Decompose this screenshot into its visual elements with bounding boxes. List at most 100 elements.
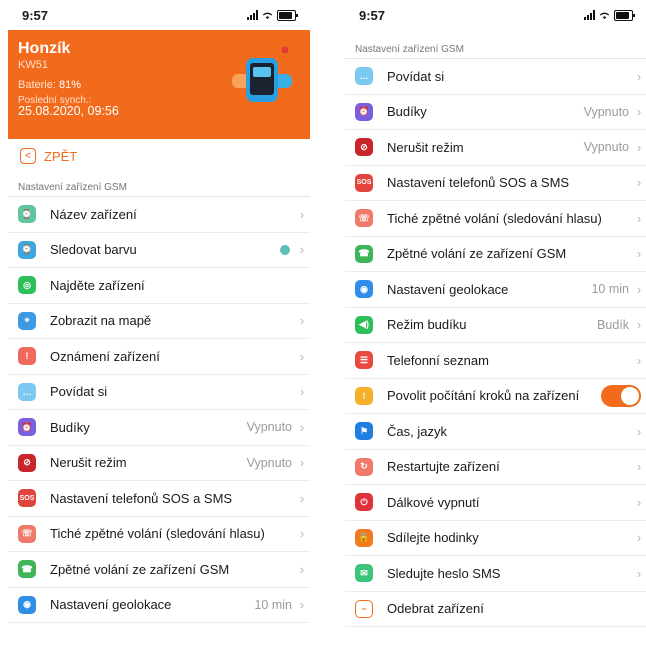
- back-button[interactable]: < ZPĚT: [8, 139, 310, 173]
- chevron-right-icon: ›: [299, 597, 305, 613]
- wifi-icon: [599, 12, 610, 19]
- settings-row-geolocation[interactable]: ◉ Nastavení geolokace 10 min ›: [8, 588, 310, 623]
- row-label: Nastavení geolokace: [50, 597, 172, 613]
- row-label: Povídat si: [50, 384, 108, 400]
- watch-name-icon: ⌚: [18, 205, 36, 224]
- silent-callback-icon: ☏: [355, 209, 373, 228]
- chevron-right-icon: ›: [636, 175, 642, 191]
- settings-row-sos[interactable]: SOS Nastavení telefonů SOS a SMS ›: [345, 166, 646, 201]
- sms-password-icon: ✉: [355, 564, 373, 583]
- settings-row-geolocation[interactable]: ◉ Nastavení geolokace 10 min ›: [345, 272, 646, 308]
- sos-icon: SOS: [355, 173, 373, 192]
- chevron-right-icon: ›: [636, 494, 642, 510]
- row-label: Zpětné volání ze zařízení GSM: [387, 246, 567, 262]
- row-label: Dálkové vypnutí: [387, 494, 480, 510]
- settings-row-callback[interactable]: ☎ Zpětné volání ze zařízení GSM ›: [8, 552, 310, 588]
- row-label: Tiché zpětné volání (sledování hlasu): [387, 210, 602, 226]
- settings-row-find-device[interactable]: ◎ Najděte zařízení: [8, 268, 310, 304]
- settings-row-notification[interactable]: ! Oznámení zařízení ›: [8, 339, 310, 375]
- chevron-right-icon: ›: [636, 352, 642, 368]
- row-label: Nastavení telefonů SOS a SMS: [50, 490, 233, 506]
- row-label: Sledovat barvu: [50, 242, 137, 258]
- row-label: Odebrat zařízení: [387, 601, 484, 617]
- chevron-right-icon: ›: [636, 423, 642, 439]
- battery-icon: [614, 9, 635, 21]
- settings-row-power-off[interactable]: ⏻ Dálkové vypnutí ›: [345, 485, 646, 521]
- settings-row-map[interactable]: ⌖ Zobrazit na mapě ›: [8, 304, 310, 339]
- do-not-disturb-icon: ⊘: [18, 453, 36, 472]
- chat-icon: …: [355, 67, 373, 86]
- chevron-right-icon: ›: [299, 526, 305, 542]
- settings-row-sms-password[interactable]: ✉ Sledujte heslo SMS ›: [345, 556, 646, 592]
- settings-row-do-not-disturb[interactable]: ⊘ Nerušit režim Vypnuto ›: [8, 446, 310, 481]
- row-label: Zpětné volání ze zařízení GSM: [50, 561, 230, 577]
- row-label: Povolit počítání kroků na zařízení: [387, 388, 580, 404]
- settings-row-silent-callback[interactable]: ☏ Tiché zpětné volání (sledování hlasu) ›: [8, 517, 310, 552]
- steps-icon: ⁞: [355, 386, 373, 405]
- callback-icon: ☎: [355, 244, 373, 263]
- settings-row-sos[interactable]: SOS Nastavení telefonů SOS a SMS ›: [8, 481, 310, 517]
- find-device-icon: ◎: [18, 276, 36, 295]
- chevron-right-icon: ›: [299, 455, 305, 471]
- settings-list: … Povídat si › ⏰ Budíky Vypnuto › ⊘ Nerušit reži…: [345, 59, 646, 627]
- status-time: 9:57: [22, 7, 49, 23]
- settings-row-watch-color[interactable]: ⌚ Sledovat barvu ›: [8, 233, 310, 268]
- row-value: Vypnuto: [583, 140, 629, 155]
- map-icon: ⌖: [18, 311, 36, 330]
- do-not-disturb-icon: ⊘: [355, 138, 373, 157]
- settings-row-chat[interactable]: … Povídat si ›: [345, 59, 646, 95]
- section-header: Nastavení zařízení GSM: [345, 40, 646, 59]
- notification-icon: !: [18, 347, 36, 366]
- settings-row-alarm-mode[interactable]: ◀) Režim budíku Budík ›: [345, 308, 646, 343]
- battery-value: 81%: [58, 79, 82, 91]
- smartwatch-image: [232, 46, 292, 102]
- chevron-right-icon: ›: [299, 490, 305, 506]
- geolocation-icon: ◉: [355, 280, 373, 299]
- settings-row-chat[interactable]: … Povídat si ›: [8, 375, 310, 410]
- row-label: Sdílejte hodinky: [387, 530, 479, 546]
- settings-row-phonebook[interactable]: ☰ Telefonní seznam ›: [345, 343, 646, 379]
- remove-device-icon: −: [355, 599, 373, 618]
- row-label: Nerušit režim: [50, 455, 127, 471]
- chevron-right-icon: ›: [636, 530, 642, 546]
- settings-row-alarm[interactable]: ⏰ Budíky Vypnuto ›: [345, 95, 646, 130]
- settings-row-share-lock[interactable]: 🔒 Sdílejte hodinky ›: [345, 521, 646, 556]
- signal-icon: [247, 10, 258, 20]
- settings-row-silent-callback[interactable]: ☏ Tiché zpětné volání (sledování hlasu) ›: [345, 201, 646, 237]
- settings-row-do-not-disturb[interactable]: ⊘ Nerušit režim Vypnuto ›: [345, 130, 646, 166]
- geolocation-icon: ◉: [18, 595, 36, 614]
- settings-row-callback[interactable]: ☎ Zpětné volání ze zařízení GSM ›: [345, 237, 646, 272]
- chevron-right-icon: ›: [299, 419, 305, 435]
- silent-callback-icon: ☏: [18, 524, 36, 543]
- row-label: Nastavení telefonů SOS a SMS: [387, 175, 570, 191]
- row-label: Tiché zpětné volání (sledování hlasu): [50, 526, 265, 542]
- restart-icon: ↻: [355, 457, 373, 476]
- settings-row-restart[interactable]: ↻ Restartujte zařízení ›: [345, 450, 646, 485]
- status-icons: [247, 9, 298, 21]
- device-header: Honzík KW51 Baterie: 81% Poslední synch.…: [8, 30, 310, 139]
- row-label: Povídat si: [387, 68, 445, 84]
- left-screen: 9:57 Honzík KW51 Baterie: 81% Poslední s…: [8, 0, 310, 645]
- battery-label: Baterie:: [18, 79, 56, 91]
- chevron-right-icon: ›: [636, 317, 642, 333]
- chevron-right-icon: ›: [299, 313, 305, 329]
- settings-row-remove-device[interactable]: − Odebrat zařízení: [345, 592, 646, 627]
- settings-row-alarm[interactable]: ⏰ Budíky Vypnuto ›: [8, 410, 310, 446]
- row-label: Nastavení geolokace: [387, 281, 509, 297]
- steps-toggle[interactable]: [601, 384, 641, 407]
- chevron-right-icon: ›: [299, 348, 305, 364]
- row-value: Vypnuto: [246, 455, 292, 470]
- row-label: Budíky: [50, 419, 90, 435]
- alarm-mode-icon: ◀): [355, 315, 373, 334]
- row-label: Název zařízení: [50, 206, 137, 222]
- settings-row-watch-name[interactable]: ⌚ Název zařízení ›: [8, 197, 310, 233]
- settings-row-steps[interactable]: ⁞ Povolit počítání kroků na zařízení: [345, 379, 646, 414]
- chevron-right-icon: ›: [299, 384, 305, 400]
- phonebook-icon: ☰: [355, 351, 373, 370]
- row-value: Vypnuto: [583, 104, 629, 119]
- row-label: Zobrazit na mapě: [50, 313, 152, 329]
- chevron-right-icon: ›: [299, 242, 305, 258]
- header-divider: [345, 30, 646, 40]
- settings-row-time-language[interactable]: ⚑ Čas, jazyk ›: [345, 414, 646, 450]
- row-label: Budíky: [387, 104, 427, 120]
